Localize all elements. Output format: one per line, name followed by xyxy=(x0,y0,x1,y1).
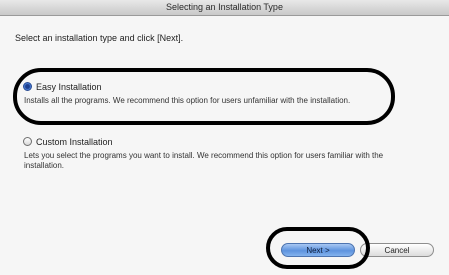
installer-dialog: Selecting an Installation Type Select an… xyxy=(0,0,449,275)
window-title: Selecting an Installation Type xyxy=(0,0,449,16)
custom-installation-row[interactable]: Custom Installation xyxy=(23,136,413,148)
custom-installation-radio[interactable] xyxy=(23,137,32,146)
custom-installation-description: Lets you select the programs you want to… xyxy=(24,151,384,170)
easy-installation-highlight-ring xyxy=(13,68,395,125)
option-custom-installation[interactable]: Custom Installation Lets you select the … xyxy=(23,136,413,170)
custom-installation-label[interactable]: Custom Installation xyxy=(36,136,113,148)
instruction-text: Select an installation type and click [N… xyxy=(15,33,184,43)
next-button-highlight-ring xyxy=(266,227,370,269)
cancel-button[interactable]: Cancel xyxy=(360,243,434,257)
